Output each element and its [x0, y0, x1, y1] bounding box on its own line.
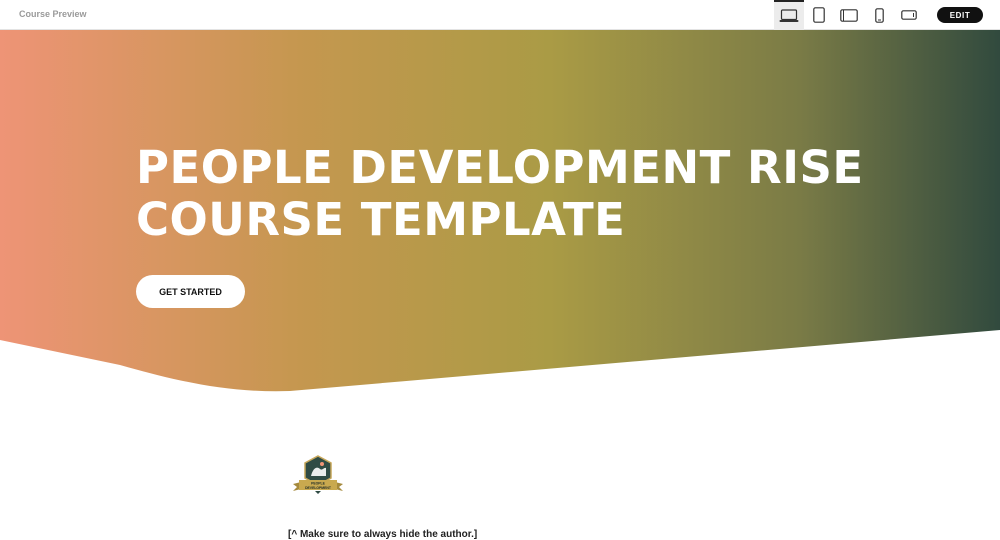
- phone-landscape-icon: [901, 10, 917, 20]
- device-phone-landscape-button[interactable]: [894, 0, 924, 30]
- laptop-icon: [779, 9, 799, 22]
- app-title: Course Preview: [19, 9, 87, 19]
- device-switcher: [774, 0, 924, 30]
- phone-icon: [874, 7, 884, 23]
- device-phone-portrait-button[interactable]: [864, 0, 894, 30]
- people-development-badge-icon: PEOPLE DEVELOPMENT: [289, 454, 347, 500]
- device-tablet-portrait-button[interactable]: [804, 0, 834, 30]
- tablet-icon: [813, 7, 825, 23]
- author-note: [^ Make sure to always hide the author.]: [288, 529, 478, 540]
- course-title: PEOPLE DEVELOPMENT RISE COURSE TEMPLATE: [136, 141, 864, 246]
- edit-button[interactable]: EDIT: [937, 7, 983, 23]
- device-tablet-landscape-button[interactable]: [834, 0, 864, 30]
- hero-banner: PEOPLE DEVELOPMENT RISE COURSE TEMPLATE …: [0, 30, 1000, 392]
- badge-text-line2: DEVELOPMENT: [305, 486, 332, 490]
- device-desktop-button[interactable]: [774, 0, 804, 30]
- tablet-landscape-icon: [840, 8, 858, 22]
- get-started-button[interactable]: GET STARTED: [136, 275, 245, 308]
- top-bar: Course Preview EDIT: [0, 0, 1000, 30]
